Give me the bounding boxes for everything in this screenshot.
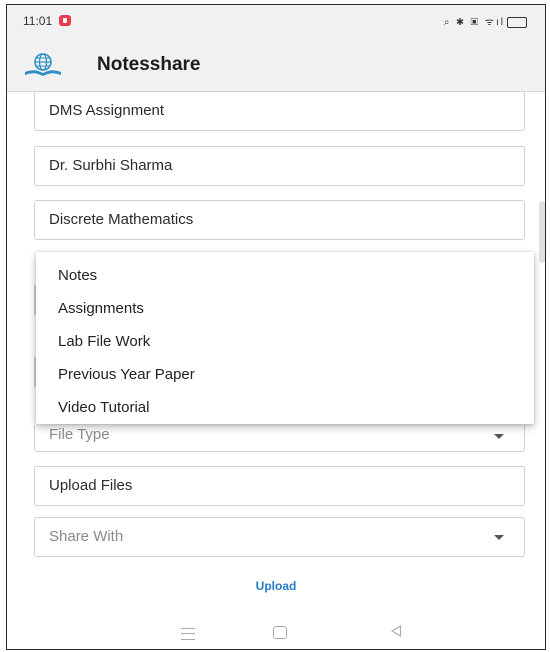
- notification-icon: [59, 15, 71, 26]
- share-with-select[interactable]: Share With: [34, 517, 525, 557]
- dropdown-option-assignments[interactable]: Assignments: [58, 297, 144, 321]
- upload-button[interactable]: Upload: [7, 579, 545, 593]
- chevron-down-icon: [494, 434, 504, 439]
- system-nav-bar: [7, 621, 545, 649]
- menu-icon[interactable]: [181, 628, 195, 640]
- dropdown-option-previous-year-paper[interactable]: Previous Year Paper: [58, 363, 195, 387]
- subject-input[interactable]: Discrete Mathematics: [34, 200, 525, 240]
- chevron-down-icon: [494, 535, 504, 540]
- dropdown-option-video-tutorial[interactable]: Video Tutorial: [58, 396, 149, 420]
- back-icon[interactable]: [391, 625, 401, 637]
- upload-files-input[interactable]: Upload Files: [34, 466, 525, 506]
- phone-screen: 11:01 ⌕ ✱ ▣ ᯤıl Notesshare DMS Assignmen…: [6, 4, 546, 650]
- globe-book-icon: [25, 53, 61, 76]
- status-icon-glyphs: ⌕ ✱ ▣ ᯤıl: [443, 17, 505, 28]
- dropdown-option-notes[interactable]: Notes: [58, 264, 97, 288]
- battery-icon: [507, 16, 527, 28]
- status-icons: ⌕ ✱ ▣ ᯤıl: [444, 14, 527, 28]
- category-dropdown-menu: Notes Assignments Lab File Work Previous…: [36, 252, 534, 424]
- dropdown-option-lab-file-work[interactable]: Lab File Work: [58, 330, 150, 354]
- app-title: Notesshare: [97, 54, 201, 75]
- app-bar: Notesshare: [7, 39, 545, 92]
- title-input[interactable]: DMS Assignment: [34, 91, 525, 131]
- home-icon[interactable]: [273, 626, 287, 639]
- file-type-placeholder: File Type: [49, 426, 110, 443]
- status-bar: 11:01 ⌕ ✱ ▣ ᯤıl: [7, 5, 545, 39]
- file-type-select[interactable]: File Type: [34, 425, 525, 452]
- share-with-placeholder: Share With: [49, 528, 124, 545]
- status-time: 11:01: [23, 14, 53, 28]
- teacher-name-input[interactable]: Dr. Surbhi Sharma: [34, 146, 525, 186]
- scrollbar-thumb[interactable]: [539, 201, 545, 263]
